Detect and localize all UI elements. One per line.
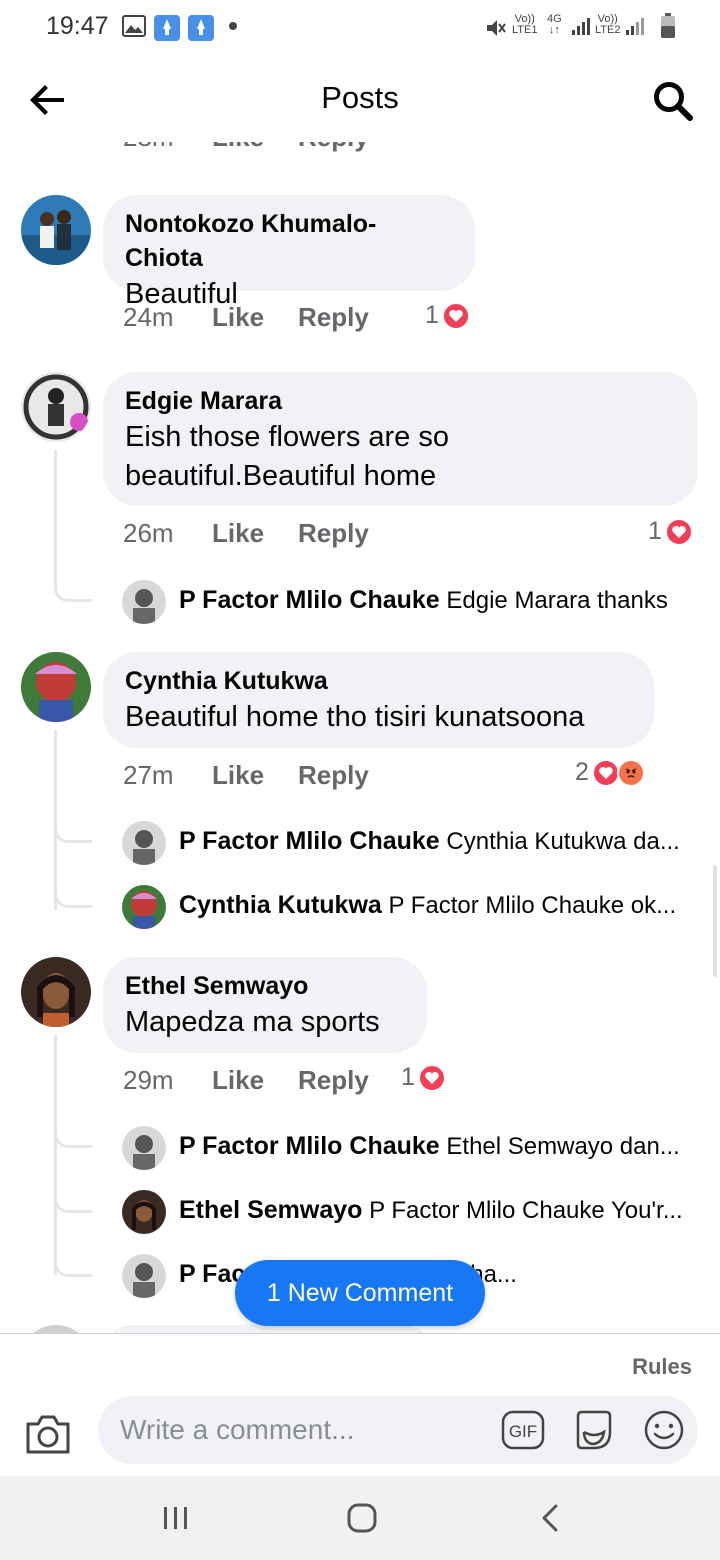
avatar[interactable] [21, 957, 91, 1027]
search-icon[interactable] [650, 78, 696, 124]
reply-button[interactable]: Reply [298, 302, 369, 333]
reaction-count[interactable]: 2 [575, 758, 645, 787]
network-label: 4G ↓↑ [547, 13, 562, 36]
header: Posts [0, 56, 720, 142]
heart-reaction-icon [441, 301, 470, 330]
signal-icon [572, 18, 590, 35]
comment-author[interactable]: Cynthia Kutukwa [125, 664, 632, 698]
reply-connector [54, 1170, 92, 1213]
angry-reaction-icon [616, 758, 645, 787]
reply-text: Edgie Marara thanks [446, 587, 668, 614]
mute-icon [487, 20, 506, 36]
status-bar: 19:47 Vo)) LTE1 4G ↓↑ Vo)) LTE2 [0, 0, 720, 56]
reply-author[interactable]: P Factor Mlilo Chauke [179, 827, 440, 855]
new-comment-button[interactable]: 1 New Comment [235, 1260, 485, 1326]
comment-text: Beautiful home tho tisiri kunatsoona [125, 701, 585, 733]
reply-author[interactable]: P Factor Mlilo Chauke [179, 1132, 440, 1160]
reply-author[interactable]: Ethel Semwayo [179, 1196, 362, 1224]
comment-actions: 29m Like Reply [123, 1065, 523, 1105]
heart-reaction-icon [417, 1063, 446, 1092]
comments-feed[interactable]: 23m Like Reply Nontokozo Khumalo-Chiota … [0, 120, 720, 1335]
reply-button[interactable]: Reply [298, 518, 369, 549]
reaction-count[interactable]: 1 [401, 1063, 446, 1092]
reply-text: P Factor Mlilo Chauke You'r... [369, 1197, 683, 1224]
comment-time: 27m [123, 760, 174, 790]
comment-bubble[interactable]: Ethel Semwayo Mapedza ma sports [103, 957, 427, 1053]
comment-actions: 27m Like Reply [123, 760, 523, 800]
reply-connector [54, 1105, 92, 1148]
comment-composer: Rules Write a comment... GIF [0, 1333, 720, 1476]
reaction-count[interactable]: 1 [425, 301, 470, 330]
comment-bubble[interactable]: Edgie Marara Eish those flowers are so b… [103, 372, 698, 506]
comment-time: 26m [123, 518, 174, 548]
reaction-count[interactable]: 1 [648, 517, 693, 546]
heart-reaction-icon [664, 517, 693, 546]
comment-input-placeholder[interactable]: Write a comment... [120, 1414, 354, 1446]
comment-text-line: beautiful.Beautiful home [125, 460, 437, 492]
heart-reaction-icon [591, 758, 620, 787]
avatar[interactable] [21, 195, 91, 265]
sticker-icon[interactable] [572, 1408, 616, 1452]
avatar[interactable] [122, 1190, 166, 1234]
app-notification-icon-2 [188, 15, 214, 41]
gif-icon[interactable]: GIF [501, 1410, 545, 1450]
like-button[interactable]: Like [212, 518, 264, 549]
comment-text-line: Eish those flowers are so [125, 421, 449, 453]
like-button[interactable]: Like [212, 1065, 264, 1096]
reply-connector [54, 865, 92, 908]
reply-author[interactable]: Cynthia Kutukwa [179, 891, 382, 919]
like-button[interactable]: Like [212, 302, 264, 333]
comment-author[interactable]: Edgie Marara [125, 384, 676, 418]
like-button[interactable]: Like [212, 760, 264, 791]
reply-item[interactable]: Ethel Semwayo P Factor Mlilo Chauke You'… [122, 1190, 692, 1234]
avatar[interactable] [21, 372, 91, 442]
svg-text:GIF: GIF [509, 1422, 537, 1441]
comment-time: 29m [123, 1065, 174, 1095]
comment-text: Mapedza ma sports [125, 1006, 380, 1038]
app-notification-icon [154, 15, 180, 41]
comment-actions: 26m Like Reply [123, 518, 523, 558]
sim2-label: Vo)) LTE2 [595, 13, 621, 36]
avatar[interactable] [122, 580, 166, 624]
reply-text: Ethel Semwayo dan... [446, 1133, 680, 1160]
sim1-label: Vo)) LTE1 [512, 13, 538, 36]
reply-connector [54, 800, 92, 843]
rules-link[interactable]: Rules [632, 1354, 692, 1380]
comment-author[interactable]: Nontokozo Khumalo-Chiota [125, 207, 453, 275]
reply-connector [54, 560, 92, 602]
reply-item[interactable]: P Factor Mlilo Chauke Cynthia Kutukwa da… [122, 821, 692, 865]
reply-button[interactable]: Reply [298, 760, 369, 791]
avatar[interactable] [122, 821, 166, 865]
recents-icon[interactable] [160, 1503, 192, 1533]
battery-icon [661, 13, 675, 38]
system-nav-bar [0, 1476, 720, 1560]
reply-button[interactable]: Reply [298, 1065, 369, 1096]
gallery-notification-icon [122, 15, 146, 37]
comment-input[interactable]: Write a comment... GIF [98, 1396, 698, 1464]
page-title: Posts [321, 80, 399, 115]
reply-item[interactable]: P Factor Mlilo Chauke Ethel Semwayo dan.… [122, 1126, 692, 1170]
avatar[interactable] [122, 885, 166, 929]
comment-author[interactable]: Ethel Semwayo [125, 969, 405, 1003]
scrollbar[interactable] [713, 865, 717, 977]
reply-item[interactable]: P Factor Mlilo Chauke Edgie Marara thank… [122, 580, 692, 624]
avatar[interactable] [122, 1254, 166, 1298]
reply-text: Cynthia Kutukwa da... [446, 828, 680, 855]
comment-bubble[interactable]: Cynthia Kutukwa Beautiful home tho tisir… [103, 652, 654, 748]
home-icon[interactable] [346, 1502, 378, 1534]
avatar[interactable] [21, 652, 91, 722]
avatar[interactable] [122, 1126, 166, 1170]
comment-time: 24m [123, 302, 174, 332]
reply-item[interactable]: Cynthia Kutukwa P Factor Mlilo Chauke ok… [122, 885, 692, 929]
emoji-icon[interactable] [642, 1408, 686, 1452]
reply-text: P Factor Mlilo Chauke ok... [388, 892, 677, 919]
back-icon[interactable] [536, 1502, 564, 1534]
status-time: 19:47 [46, 12, 109, 40]
camera-icon[interactable] [24, 1412, 72, 1456]
reply-connector [54, 1235, 92, 1277]
signal-icon-2 [626, 18, 644, 35]
reply-author[interactable]: P Factor Mlilo Chauke [179, 586, 440, 614]
dot-icon [229, 22, 237, 30]
comment-bubble[interactable]: Nontokozo Khumalo-Chiota Beautiful [103, 195, 475, 310]
